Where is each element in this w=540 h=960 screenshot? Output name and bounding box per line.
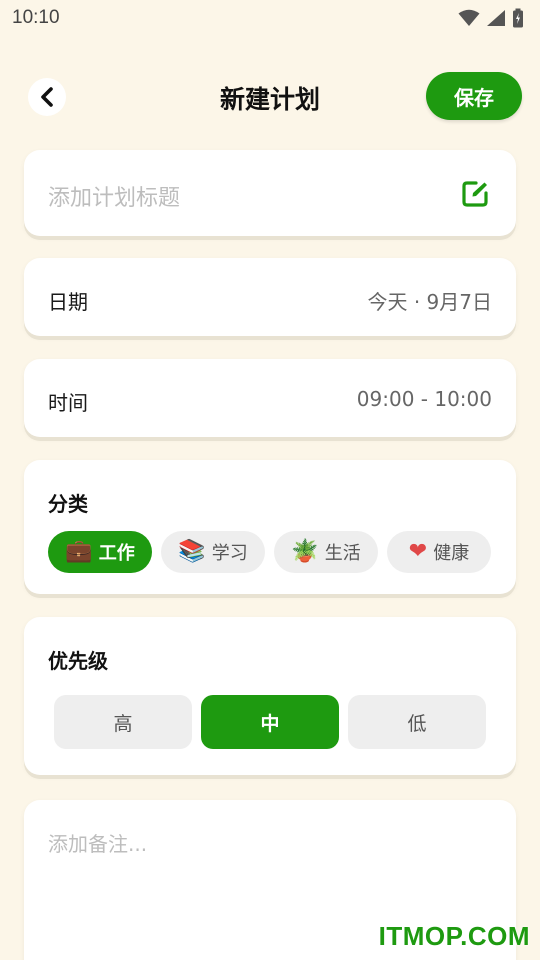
priority-medium[interactable]: 中 xyxy=(201,695,339,749)
edit-icon[interactable] xyxy=(460,179,490,209)
heart-icon: ❤ xyxy=(408,539,428,564)
priority-card: 优先级 高 中 低 xyxy=(24,617,516,775)
status-icons xyxy=(458,8,524,28)
battery-icon xyxy=(513,8,523,28)
category-title: 分类 xyxy=(48,492,88,516)
priority-title: 优先级 xyxy=(48,649,108,673)
note-input[interactable]: 添加备注... xyxy=(48,828,147,857)
date-label: 日期 xyxy=(48,290,88,314)
chip-label: 生活 xyxy=(324,543,361,564)
time-row[interactable]: 时间 09:00 - 10:00 xyxy=(24,359,516,437)
watermark: ITMOP.COM xyxy=(378,921,530,951)
time-label: 时间 xyxy=(48,391,88,415)
chip-health[interactable]: ❤ 健康 xyxy=(387,531,491,573)
date-value: 今天 · 9月7日 xyxy=(367,290,492,314)
wifi-icon xyxy=(458,9,480,26)
priority-high[interactable]: 高 xyxy=(54,695,192,749)
priority-low[interactable]: 低 xyxy=(348,695,486,749)
plan-title-card[interactable]: 添加计划标题 xyxy=(24,150,516,236)
header: 新建计划 保存 xyxy=(0,70,540,122)
plan-title-input[interactable]: 添加计划标题 xyxy=(48,180,180,212)
books-icon: 📚 xyxy=(178,539,206,564)
signal-icon xyxy=(487,10,505,26)
chip-life[interactable]: 🪴 生活 xyxy=(274,531,378,573)
chip-study[interactable]: 📚 学习 xyxy=(161,531,265,573)
priority-options: 高 中 低 xyxy=(54,695,486,749)
category-chips: 💼 工作 📚 学习 🪴 生活 ❤ 健康 xyxy=(48,531,491,573)
status-bar: 10:10 xyxy=(0,0,540,36)
time-value: 09:00 - 10:00 xyxy=(356,387,492,411)
category-card: 分类 💼 工作 📚 学习 🪴 生活 ❤ 健康 xyxy=(24,460,516,594)
chip-work[interactable]: 💼 工作 xyxy=(48,531,152,573)
save-button[interactable]: 保存 xyxy=(426,72,522,120)
date-row[interactable]: 日期 今天 · 9月7日 xyxy=(24,258,516,336)
chip-label: 健康 xyxy=(433,543,470,564)
chip-label: 学习 xyxy=(211,543,248,564)
briefcase-icon: 💼 xyxy=(65,539,93,564)
status-time: 10:10 xyxy=(12,7,60,28)
chip-label: 工作 xyxy=(98,543,135,564)
potted-plant-icon: 🪴 xyxy=(291,539,319,564)
